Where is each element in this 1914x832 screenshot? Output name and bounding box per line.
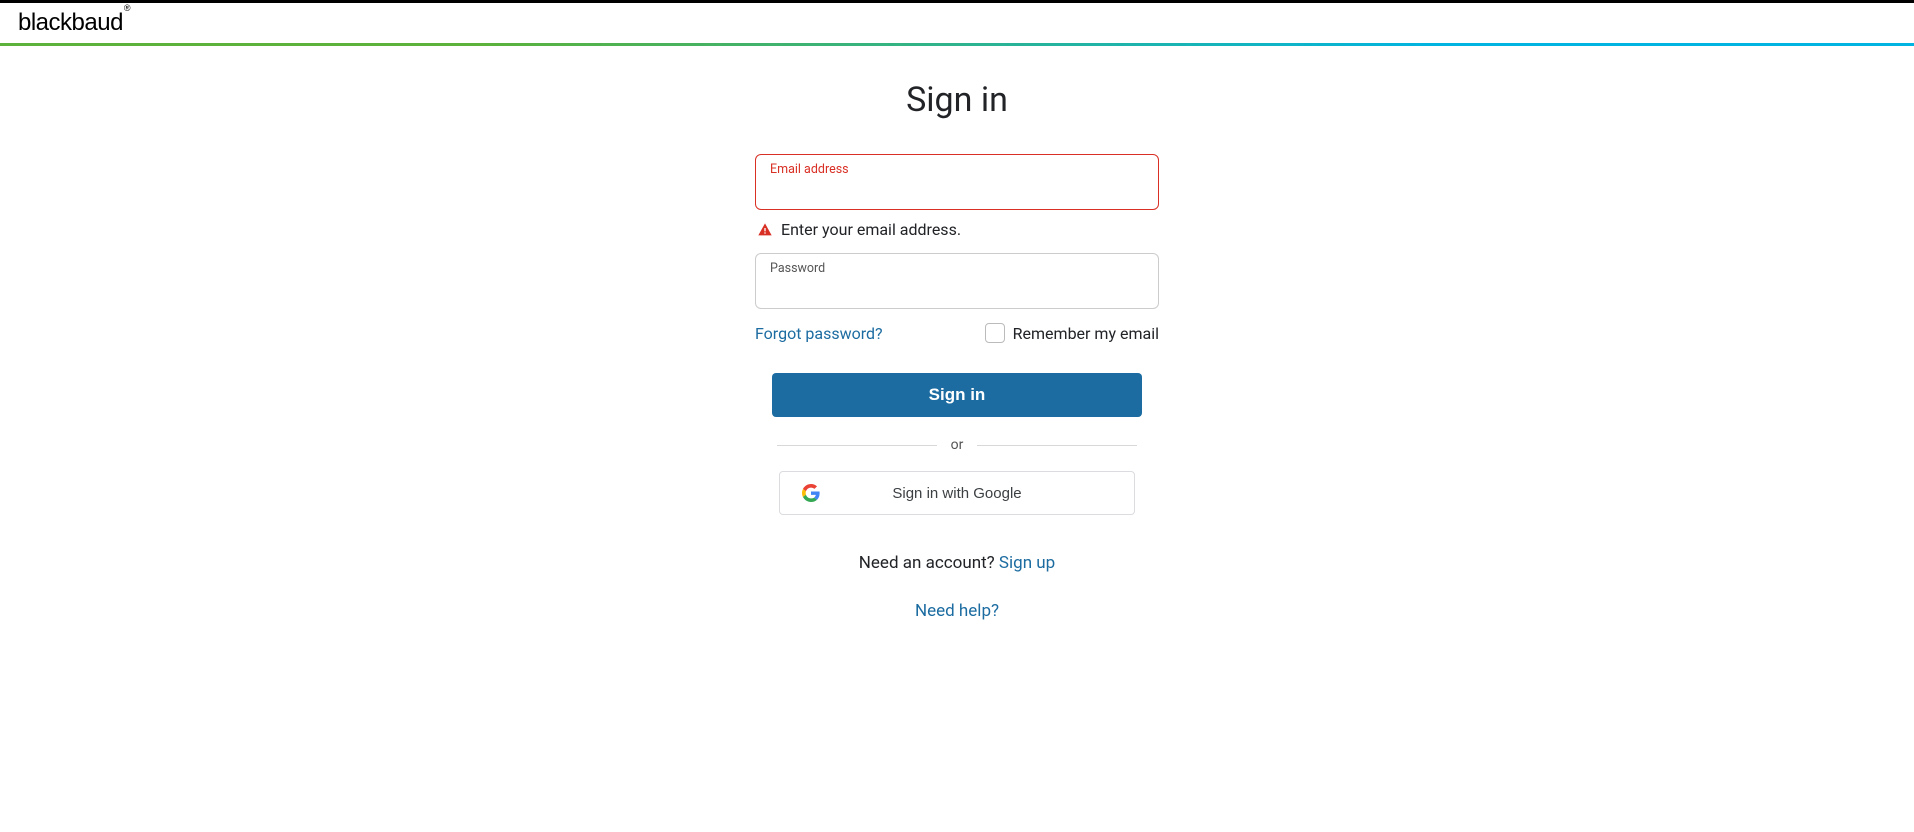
email-label: Email address	[770, 162, 849, 177]
signin-button[interactable]: Sign in	[772, 373, 1142, 417]
password-field-wrapper[interactable]: Password	[755, 253, 1159, 309]
need-account-text: Need an account?	[859, 553, 999, 573]
google-icon	[802, 484, 820, 502]
google-signin-button[interactable]: Sign in with Google	[779, 471, 1135, 515]
remember-label: Remember my email	[1013, 324, 1159, 343]
need-help-link[interactable]: Need help?	[915, 601, 999, 621]
main-content: Sign in Email address Enter your email a…	[0, 46, 1914, 621]
page-title: Sign in	[906, 80, 1008, 120]
email-error-text: Enter your email address.	[781, 220, 961, 239]
brand-name-text: blackbaud	[18, 9, 123, 36]
need-help-row: Need help?	[755, 601, 1159, 621]
google-signin-label: Sign in with Google	[892, 485, 1021, 502]
password-input[interactable]	[770, 278, 1144, 296]
email-field-wrapper[interactable]: Email address	[755, 154, 1159, 210]
form-options-row: Forgot password? Remember my email	[755, 323, 1159, 343]
password-label: Password	[770, 261, 825, 276]
signin-form: Email address Enter your email address. …	[755, 154, 1159, 621]
brand-registered-mark: ®	[124, 3, 130, 13]
remember-email-toggle[interactable]: Remember my email	[985, 323, 1159, 343]
signup-link[interactable]: Sign up	[999, 553, 1055, 573]
divider-or: or	[777, 437, 1137, 453]
brand-logo: blackbaud®	[18, 11, 130, 35]
email-error-row: Enter your email address.	[757, 220, 1159, 239]
remember-checkbox[interactable]	[985, 323, 1005, 343]
warning-icon	[757, 222, 773, 238]
email-input[interactable]	[770, 179, 1144, 197]
header-bar: blackbaud®	[0, 3, 1914, 43]
forgot-password-link[interactable]: Forgot password?	[755, 324, 883, 343]
divider-text: or	[951, 437, 964, 453]
signup-row: Need an account? Sign up	[755, 553, 1159, 573]
